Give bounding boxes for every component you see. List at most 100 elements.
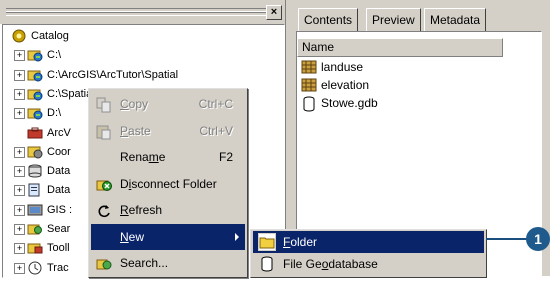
menu-item-shortcut: Ctrl+V [199,123,233,138]
contents-item-label: elevation [321,78,370,92]
folder-icon [258,233,276,251]
tree-item-label: C:\ArcGIS\ArcTutor\Spatial [47,68,179,81]
menu-item-label: Rename [120,144,165,170]
tree-item[interactable]: Catalog [3,26,282,46]
callout-line [486,238,531,240]
tab-contents[interactable]: Contents [298,8,359,32]
menu-item-label: Paste [120,118,151,144]
tree-item-label: Tooll [47,242,70,255]
toolbox-icon [27,126,43,140]
drive-folder-icon [27,106,43,120]
context-menu: Copy Ctrl+C Paste Ctrl+V Rename F2 Disconnect … [88,88,248,278]
expand-toggle[interactable]: + [14,69,25,81]
label-part: D [120,176,129,191]
expand-toggle[interactable]: + [14,185,25,197]
menu-item-rename[interactable]: Rename F2 [91,144,245,170]
tab-metadata[interactable]: Metadata [424,8,487,32]
expand-toggle[interactable]: + [14,224,25,235]
interop-connection-icon [27,183,43,197]
menu-item-new[interactable]: New [91,223,245,250]
label-part: aste [128,123,151,138]
connected-folder-icon [27,68,43,82]
toolboxes-icon [27,241,43,255]
contents-item-label: Stowe.gdb [321,96,378,110]
expand-toggle[interactable]: + [14,243,25,255]
tree-item-label: C:\ [47,49,62,62]
mnemonic-letter: P [120,123,129,138]
mnemonic-letter: C [120,97,129,111]
menu-item-label: New [120,224,144,250]
label-part: File Ge [283,257,322,271]
raster-icon [301,78,317,92]
menu-item-copy[interactable]: Copy Ctrl+C [91,91,245,117]
tab-preview[interactable]: Preview [366,8,421,32]
tree-item-label: Catalog [31,30,69,42]
menu-item-paste[interactable]: Paste Ctrl+V [91,118,245,144]
catalog-icon [11,29,27,43]
expand-toggle[interactable]: + [14,108,25,120]
connected-folder-icon [27,87,43,101]
mnemonic-letter: N [120,229,129,244]
tree-pane-titlebar[interactable]: × [0,0,285,24]
tracking-connections-icon [27,261,43,275]
mnemonic-letter: R [120,203,129,217]
geodatabase-icon [301,96,317,112]
column-header-name[interactable]: Name [297,38,503,57]
step-callout-badge: 1 [526,227,550,251]
submenu-item-folder[interactable]: Folder [253,231,484,253]
new-submenu: Folder File Geodatabase [250,229,487,278]
label-part: e [158,150,166,164]
database-connection-icon [27,164,43,178]
paste-icon [96,123,112,139]
menu-item-label: Search... [120,250,168,276]
menu-item-label: Refresh [120,197,162,223]
tree-item[interactable]: + C:\ArcGIS\ArcTutor\Spatial [3,65,282,85]
expand-toggle[interactable]: + [14,204,25,216]
label-part: database [328,257,378,271]
tree-item-label: ArcV [47,126,71,139]
label-part: Rena [120,150,149,164]
drive-folder-icon [27,48,43,62]
refresh-icon [96,202,112,218]
menu-item-shortcut: F2 [218,150,233,164]
tree-item-label: Data [47,165,71,178]
menu-item-disconnect-folder[interactable]: Disconnect Folder [91,171,245,197]
label-part: efresh [128,203,163,217]
raster-icon [301,60,317,74]
expand-toggle[interactable]: + [14,146,25,158]
submenu-item-label: File Geodatabase [283,253,378,275]
search-results-icon [27,222,43,236]
tree-item-label: Coor [47,145,71,158]
expand-toggle[interactable]: + [14,166,25,178]
menu-item-label: Disconnect Folder [120,171,217,197]
submenu-item-file-geodatabase[interactable]: File Geodatabase [253,253,484,275]
expand-toggle[interactable]: + [14,88,25,100]
disconnect-folder-icon [96,176,112,192]
label-part: opy [128,97,149,111]
tree-item-label: GIS : [47,203,73,216]
label-part: Search... [120,256,169,270]
menu-item-shortcut: Ctrl+C [198,97,233,111]
tree-item-label: D:\ [47,107,62,120]
copy-icon [96,96,112,113]
close-button[interactable]: × [266,5,282,20]
label-part: sconnect Folder [131,176,217,191]
file-geodatabase-icon [259,256,275,272]
label-part: ew [128,229,145,244]
expand-toggle[interactable]: + [14,262,25,274]
menu-item-label: Copy [120,91,148,117]
tree-item-label: Data [47,184,71,197]
mnemonic-letter: m [148,150,159,164]
contents-item-label: landuse [321,60,364,74]
tree-item-label: Sear [47,223,71,235]
gis-servers-icon [27,203,43,217]
coordinate-systems-icon [27,145,43,159]
tree-item[interactable]: + C:\ [3,45,282,65]
menu-item-refresh[interactable]: Refresh [91,197,245,223]
search-icon [96,255,112,271]
expand-toggle[interactable]: + [14,50,25,62]
label-part: older [290,235,318,249]
tree-item-label: Trac [47,261,69,274]
submenu-arrow-icon [235,232,239,241]
menu-item-search[interactable]: Search... [91,250,245,276]
